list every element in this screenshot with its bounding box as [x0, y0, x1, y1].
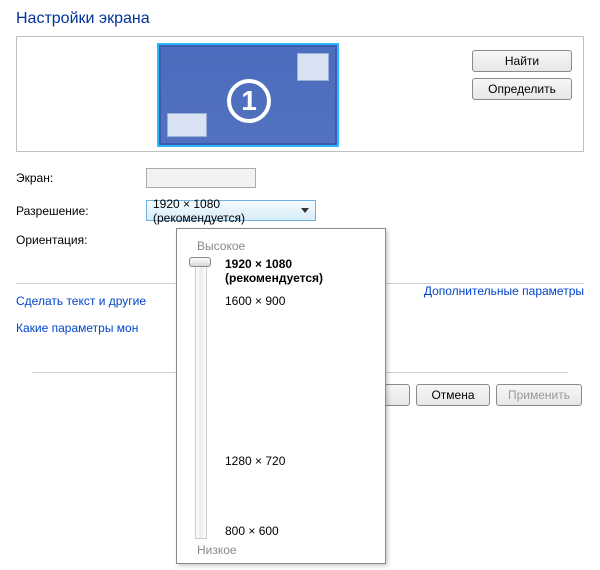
resolution-slider-thumb[interactable] [189, 257, 211, 267]
resolution-option[interactable]: 800 × 600 [225, 524, 279, 538]
orientation-label: Ориентация: [16, 233, 146, 247]
find-button[interactable]: Найти [472, 50, 572, 72]
screen-select[interactable] [146, 168, 256, 188]
text-size-link[interactable]: Сделать текст и другие [16, 294, 176, 308]
monitor-1[interactable]: 1 [159, 45, 337, 145]
resolution-select-value: 1920 × 1080 (рекомендуется) [153, 197, 295, 225]
resolution-option[interactable]: 1280 × 720 [225, 454, 285, 468]
monitor-number-badge: 1 [227, 79, 271, 123]
which-params-link[interactable]: Какие параметры мон [16, 321, 176, 335]
apply-button[interactable]: Применить [496, 384, 582, 406]
advanced-settings-link[interactable]: Дополнительные параметры [424, 284, 584, 298]
page-title: Настройки экрана [0, 0, 600, 36]
resolution-slider-track[interactable] [195, 259, 207, 539]
screen-label: Экран: [16, 171, 146, 185]
resolution-option[interactable]: 1920 × 1080 (рекомендуется) [225, 257, 385, 285]
preview-window-icon [297, 53, 329, 81]
slider-high-label: Высокое [197, 239, 245, 253]
slider-low-label: Низкое [197, 543, 237, 557]
detect-button[interactable]: Определить [472, 78, 572, 100]
resolution-select[interactable]: 1920 × 1080 (рекомендуется) [146, 200, 316, 221]
resolution-option[interactable]: 1600 × 900 [225, 294, 285, 308]
resolution-label: Разрешение: [16, 204, 146, 218]
cancel-button[interactable]: Отмена [416, 384, 490, 406]
resolution-dropdown-popup: Высокое 1920 × 1080 (рекомендуется) 1600… [176, 228, 386, 564]
preview-window-icon [167, 113, 207, 137]
chevron-down-icon [301, 208, 309, 213]
